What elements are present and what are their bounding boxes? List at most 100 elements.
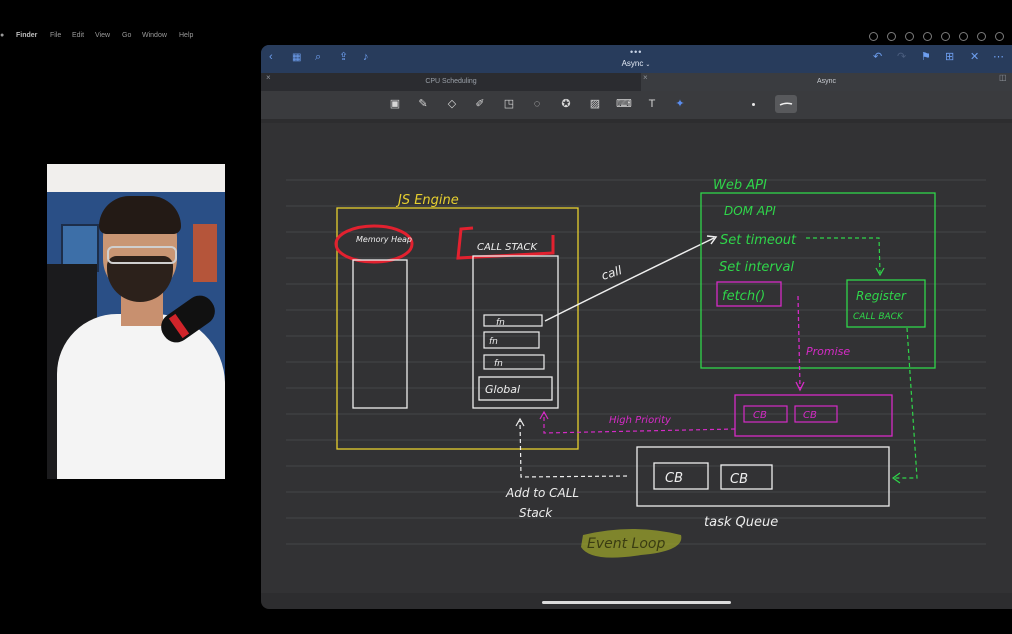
fetch-label: fetch() [722,289,765,304]
app-navbar: ‹ ▦ ⌕ ⇪ ♪ ••• Async ⌄ ↶ ↷ ⚑ ⊞ ✕ ⋯ [261,45,1012,73]
more-handle-icon[interactable]: ••• [630,47,642,57]
stack-frame-label: fn [496,318,505,328]
stroke-preview-icon [779,102,793,106]
menu-edit[interactable]: Edit [72,32,84,39]
tab-close-icon[interactable]: × [643,73,648,82]
macos-menubar: ● Finder File Edit View Go Window Help [0,32,1012,46]
microphone-icon[interactable]: ♪ [363,52,369,63]
tab-cpu-scheduling[interactable]: CPU Scheduling [261,73,641,91]
document-tabs: CPU Scheduling × Async × ◫ [261,73,1012,91]
more-icon[interactable]: ⋯ [993,52,1004,63]
memory-heap-box [352,259,408,409]
close-icon[interactable]: ✕ [970,52,979,63]
search-icon[interactable]: ⌕ [315,52,321,63]
bookmark-icon[interactable]: ⚑ [921,52,931,63]
register-label: Register [856,289,907,303]
settimeout-register-arrow [806,237,881,274]
event-loop-label: Event Loop [587,536,665,552]
add-to-stack-label: Stack [519,506,553,520]
pen-tool-icon[interactable]: ✎ [416,97,430,111]
promise-label: Promise [806,345,850,358]
memory-heap-label: Memory Heap [356,235,412,244]
call-stack-label: CALL STACK [477,242,539,253]
web-api-label: Web API [713,178,767,193]
pen-size-dot-icon[interactable] [752,103,755,106]
event-loop-arrowhead [515,417,525,427]
menu-finder[interactable]: Finder [16,32,37,39]
presenter-hair [99,196,181,234]
web-api-item: Set timeout [720,233,797,248]
redo-icon[interactable]: ↷ [897,52,906,63]
microtask-cb-label: CB [803,410,817,421]
text-tool-icon[interactable]: T [645,97,659,111]
high-priority-label: High Priority [609,415,672,426]
js-engine-box [336,207,579,450]
sticker-tool-icon[interactable]: ✪ [559,97,573,111]
stack-frame-label: fn [494,359,503,369]
task-cb-label: CB [730,472,748,487]
status-icon[interactable] [995,32,1004,41]
keyboard-tool-icon[interactable]: ⌨ [616,97,632,111]
back-chevron-icon[interactable]: ‹ [269,52,273,63]
tab-close-icon[interactable]: × [266,73,271,82]
document-title-text: Async [621,59,644,68]
web-api-item: Set interval [719,260,794,275]
presenter-glasses [107,246,177,264]
add-page-icon[interactable]: ⊞ [945,52,954,63]
menu-window[interactable]: Window [142,32,167,39]
tab-label: Async [816,78,837,85]
webcam-ceiling [47,164,225,192]
apple-menu-icon[interactable]: ● [0,32,4,39]
lasso-tool-icon[interactable]: ◌ [530,97,544,111]
undo-icon[interactable]: ↶ [873,52,882,63]
stack-frame [483,314,543,327]
image-tool-icon[interactable]: ▣ [388,97,402,111]
notes-app-window: ‹ ▦ ⌕ ⇪ ♪ ••• Async ⌄ ↶ ↷ ⚑ ⊞ ✕ ⋯ CPU Sch… [261,45,1012,609]
tab-label: CPU Scheduling [425,78,477,85]
presenter-shirt [57,314,225,479]
web-api-item: DOM API [724,204,776,218]
status-icon[interactable] [869,32,878,41]
menu-help[interactable]: Help [179,32,193,39]
add-to-stack-label: Add to CALL [505,486,579,500]
menu-file[interactable]: File [50,32,61,39]
microtask-cb-label: CB [753,410,767,421]
task-queue-label: task Queue [704,515,778,530]
status-icon[interactable] [905,32,914,41]
handwritten-diagram: JS Engine Memory Heap CALL STACK fn fn f… [286,178,986,558]
sidebar-toggle-icon[interactable]: ◫ [999,73,1007,82]
status-icon[interactable] [887,32,896,41]
menu-view[interactable]: View [95,32,110,39]
status-icon[interactable] [977,32,986,41]
note-canvas[interactable]: JS Engine Memory Heap CALL STACK fn fn f… [261,123,1012,593]
callback-task-queue-arrow [894,327,918,479]
control-center-icon[interactable] [959,32,968,41]
stack-frame-label: fn [489,337,498,347]
document-title[interactable]: Async ⌄ [601,59,671,68]
call-arrow [544,237,715,322]
menubar-status-icons [869,32,1004,41]
menu-go[interactable]: Go [122,32,131,39]
global-frame-label: Global [485,383,520,396]
task-cb-label: CB [665,471,683,486]
memory-heap-highlight [334,224,414,264]
drawing-toolbar: ▣ ✎ ◇ ✐ ◳ ◌ ✪ ▨ ⌨ T ✦ [261,91,1012,119]
js-engine-label: JS Engine [395,193,459,208]
pen-stroke-preview[interactable] [775,95,797,113]
highlighter-tool-icon[interactable]: ✐ [473,97,487,111]
tab-async[interactable]: Async [641,73,1012,91]
eraser-tool-icon[interactable]: ◇ [445,97,459,111]
grid-view-icon[interactable]: ▦ [292,52,301,63]
home-indicator[interactable] [542,601,731,604]
status-icon[interactable] [923,32,932,41]
photo-tool-icon[interactable]: ▨ [588,97,602,111]
chevron-down-icon: ⌄ [645,62,651,68]
laser-pointer-icon[interactable]: ✦ [673,97,687,111]
shapes-tool-icon[interactable]: ◳ [502,97,516,111]
call-arrow-label: call [600,263,625,283]
webcam-feed [47,164,225,479]
share-icon[interactable]: ⇪ [339,52,348,63]
wall-picture [193,224,217,282]
wifi-icon[interactable] [941,32,950,41]
callback-label: CALL BACK [853,312,904,322]
